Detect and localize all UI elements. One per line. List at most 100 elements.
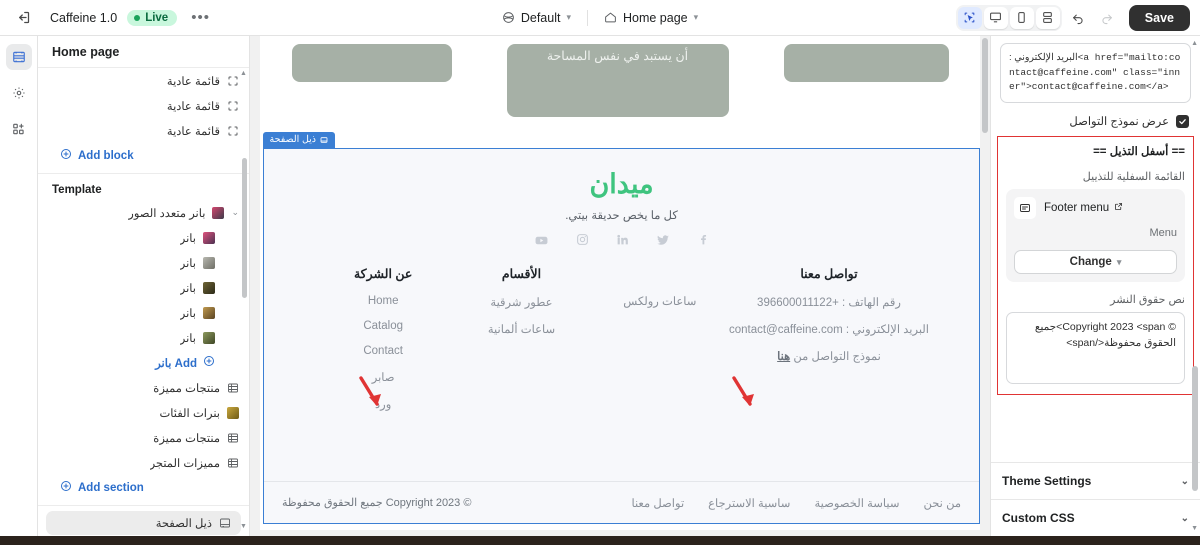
- list-item[interactable]: قائمة عادية: [38, 118, 249, 143]
- hero-caption: أن يستبد في نفس المساحة: [546, 49, 689, 63]
- image-icon: [227, 406, 239, 419]
- theme-selector[interactable]: Default ▾: [494, 7, 579, 29]
- list-item[interactable]: منتجات مميزة: [38, 375, 249, 400]
- scroll-up-icon[interactable]: ▲: [1191, 40, 1198, 47]
- footer-link[interactable]: سياسة الخصوصية: [814, 496, 899, 510]
- redo-button[interactable]: [1094, 5, 1120, 31]
- grid-icon: [227, 457, 239, 469]
- column-item[interactable]: Catalog: [314, 320, 452, 332]
- change-menu-button[interactable]: Change ▾: [1014, 250, 1177, 275]
- thumbnail: [212, 206, 225, 219]
- page-selector[interactable]: Home page ▾: [596, 7, 706, 29]
- email-code-field[interactable]: البريد الإلكتروني :<a href="mailto:conta…: [1000, 43, 1191, 104]
- fullscreen-view-icon[interactable]: [1035, 6, 1060, 29]
- list-item-banner-group[interactable]: ⌄ بانر متعدد الصور: [38, 200, 249, 225]
- body: Home page قائمة عادية قائمة عادية قائمة …: [0, 36, 1200, 536]
- instagram-icon[interactable]: [576, 233, 589, 248]
- hero-image-placeholder[interactable]: [291, 44, 452, 82]
- top-bar-left: Caffeine 1.0 Live •••: [10, 5, 214, 31]
- show-contact-form-row[interactable]: عرض نموذج التواصل: [1002, 114, 1189, 128]
- code-arabic-prefix: البريد الإلكتروني :: [1009, 52, 1078, 63]
- scroll-up-icon[interactable]: ▲: [240, 70, 247, 77]
- thumbnail: [203, 281, 215, 294]
- footer-link[interactable]: من نحن: [924, 496, 962, 510]
- chevron-down-icon: ▾: [1116, 256, 1122, 267]
- exit-icon[interactable]: [10, 5, 36, 31]
- list-item[interactable]: مميزات المتجر: [38, 450, 249, 475]
- footer-tagline: كل ما يخص حديقة بيتي.: [565, 210, 678, 222]
- select-tool-icon[interactable]: [957, 6, 982, 29]
- sections-icon[interactable]: [5, 44, 32, 70]
- scroll-down-icon[interactable]: ▼: [240, 523, 247, 530]
- accordion-theme-settings[interactable]: Theme Settings ⌄: [991, 462, 1200, 499]
- more-options-button[interactable]: •••: [187, 10, 214, 25]
- save-button[interactable]: Save: [1128, 4, 1190, 31]
- footer-column-categories: الأقسام عطور شرقية ساعات ألمانية: [452, 266, 590, 424]
- hero-image-placeholder[interactable]: [783, 44, 949, 82]
- list-item-label: مميزات المتجر: [149, 457, 220, 470]
- list-item[interactable]: بانر: [38, 250, 249, 275]
- sidebar-item-footer[interactable]: ذيل الصفحة: [46, 511, 241, 535]
- menu-card: Footer menu Menu Change ▾: [1006, 189, 1185, 283]
- apps-icon[interactable]: [6, 116, 32, 142]
- footer-link[interactable]: ساسية الاسترجاع: [708, 496, 790, 510]
- external-link-icon[interactable]: [1114, 202, 1123, 214]
- chevron-down-icon: ▾: [693, 12, 699, 22]
- hero-image-placeholder-center[interactable]: أن يستبد في نفس المساحة: [506, 44, 729, 117]
- twitter-icon[interactable]: [656, 233, 670, 248]
- list-item[interactable]: قائمة عادية: [38, 68, 249, 93]
- live-label: Live: [145, 11, 169, 24]
- copyright-textarea[interactable]: © Copyright 2023 <span>جميع الحقوق محفوظ…: [1006, 312, 1185, 385]
- column-heading: تواصل معنا: [800, 267, 858, 281]
- footer-bottom-bar: من نحن سياسة الخصوصية ساسية الاسترجاع تو…: [264, 481, 979, 523]
- column-item[interactable]: ورد: [314, 397, 452, 411]
- app-root: Caffeine 1.0 Live ••• Default ▾ Home pag…: [0, 0, 1200, 545]
- list-item[interactable]: بانر: [38, 275, 249, 300]
- footer-copyright: © Copyright 2023 جميع الحقوق محفوظة: [282, 497, 472, 509]
- facebook-icon[interactable]: [697, 233, 710, 248]
- mobile-view-icon[interactable]: [1009, 6, 1034, 29]
- add-section-button[interactable]: Add section: [38, 475, 249, 500]
- list-item[interactable]: بانر: [38, 300, 249, 325]
- list-item[interactable]: بنرات الفئات: [38, 400, 249, 425]
- copyright-field-label: نص حقوق النشر: [1110, 294, 1185, 307]
- theme-label: Default: [520, 10, 561, 25]
- footer-section[interactable]: ذيل الصفحة ميدان كل ما يخص حديقة بيتي. ت…: [262, 132, 980, 524]
- right-panel-scrollbar-thumb[interactable]: [1192, 366, 1198, 491]
- column-item[interactable]: Contact: [314, 345, 452, 357]
- checkbox-checked-icon[interactable]: [1176, 114, 1189, 128]
- list-item[interactable]: بانر: [38, 325, 249, 350]
- scroll-down-icon[interactable]: ▼: [1191, 525, 1198, 532]
- grid-icon: [227, 432, 239, 444]
- canvas: أن يستبد في نفس المساحة ذيل الصفحة ميدان…: [250, 36, 990, 536]
- accordion-custom-css[interactable]: Custom CSS ⌄: [991, 499, 1200, 536]
- column-item-contact-form[interactable]: نموذج التواصل من هنا: [729, 349, 929, 363]
- footer-link[interactable]: تواصل معنا: [631, 496, 684, 510]
- left-panel-scrollbar[interactable]: ▲ ▼: [239, 70, 248, 530]
- desktop-view-icon[interactable]: [983, 6, 1008, 29]
- list-item-label: بانر: [179, 332, 196, 345]
- app-name: Caffeine 1.0: [50, 10, 118, 25]
- chevron-down-icon[interactable]: ⌄: [231, 207, 239, 218]
- left-panel-scroll: قائمة عادية قائمة عادية قائمة عادية Add …: [38, 68, 249, 536]
- thumbnail: [203, 231, 215, 244]
- sidebar-item-label: ذيل الصفحة: [155, 518, 212, 530]
- settings-icon[interactable]: [6, 80, 32, 106]
- add-block-button[interactable]: Add block: [38, 143, 249, 168]
- list-item[interactable]: بانر: [38, 225, 249, 250]
- contact-form-link[interactable]: هنا: [777, 351, 790, 363]
- list-item[interactable]: قائمة عادية: [38, 93, 249, 118]
- canvas-scrollbar-thumb[interactable]: [982, 38, 988, 133]
- column-item[interactable]: صابر: [314, 370, 452, 384]
- column-item[interactable]: Home: [314, 295, 452, 307]
- checkbox-label: عرض نموذج التواصل: [1069, 116, 1169, 129]
- list-item[interactable]: منتجات مميزة: [38, 425, 249, 450]
- accordion-label: Theme Settings: [1002, 474, 1092, 488]
- list-item-label: بانر: [179, 307, 196, 320]
- add-banner-button[interactable]: Add بانر: [38, 350, 249, 375]
- menu-name[interactable]: Footer menu: [1044, 202, 1123, 214]
- undo-button[interactable]: [1065, 5, 1091, 31]
- youtube-icon[interactable]: [534, 233, 549, 248]
- linkedin-icon[interactable]: [616, 233, 629, 248]
- scrollbar-thumb[interactable]: [242, 158, 247, 298]
